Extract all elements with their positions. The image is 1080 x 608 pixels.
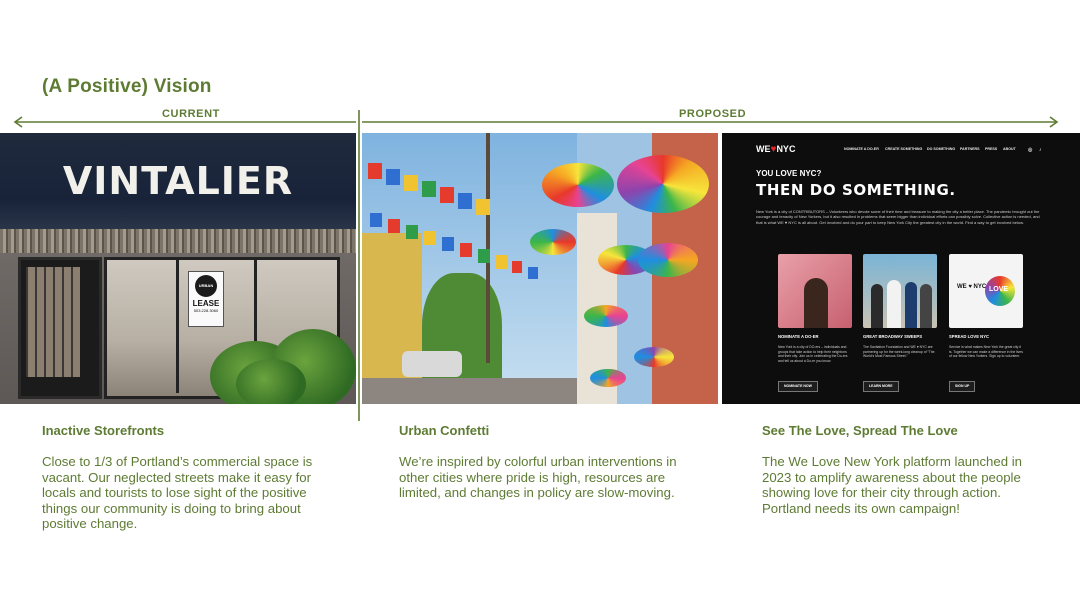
nav-item-nominate[interactable]: NOMINATE A DO-ER <box>844 147 879 151</box>
tiktok-icon[interactable]: ♪ <box>1039 147 1042 153</box>
section-body-confetti: We’re inspired by colorful urban interve… <box>399 454 677 501</box>
car <box>402 351 462 377</box>
nav-item-do[interactable]: DO SOMETHING <box>927 147 955 151</box>
street <box>362 378 577 404</box>
section-body-storefronts: Close to 1/3 of Portland’s commercial sp… <box>42 454 313 532</box>
nominate-now-button[interactable]: NOMINATE NOW <box>778 381 818 392</box>
hero-subheading: YOU LOVE NYC? <box>756 169 822 178</box>
nav-item-press[interactable]: PRESS <box>985 147 997 151</box>
card-image-broadway <box>863 254 937 328</box>
card-text-spread-love: Service is what makes New York the great… <box>949 345 1023 359</box>
awning-fringe <box>0 229 356 253</box>
section-title-confetti: Urban Confetti <box>399 423 490 438</box>
learn-more-button[interactable]: LEARN MORE <box>863 381 899 392</box>
card-image-nominate <box>778 254 852 328</box>
current-label: CURRENT <box>162 108 220 120</box>
we-love-nyc-website: WE♥NYC NOMINATE A DO-ER CREATE SOMETHING… <box>722 133 1080 404</box>
section-title-spread-love: See The Love, Spread The Love <box>762 423 958 438</box>
lease-sign: URBAN WORKS LEASE 503.228.3060 <box>188 271 224 327</box>
card-title-spread-love: SPREAD LOVE NYC <box>949 334 990 339</box>
store-sign: VINTALIER <box>62 159 294 203</box>
umbrella <box>634 347 674 367</box>
lease-phone: 503.228.3060 <box>193 308 219 313</box>
hero-heading: THEN DO SOMETHING. <box>756 181 956 199</box>
proposed-label: PROPOSED <box>679 108 747 120</box>
hero-body: New York is a city of CONTRIBUTORS – Vol… <box>756 209 1040 225</box>
sign-up-button[interactable]: SIGN UP <box>949 381 976 392</box>
section-title-storefronts: Inactive Storefronts <box>42 423 165 438</box>
card-love-text: LOVE <box>989 286 1009 293</box>
card-text-broadway: The Sanitation Foundation and WE ♥ NYC a… <box>863 345 935 359</box>
section-body-spread-love: The We Love New York platform launched i… <box>762 454 1022 516</box>
umbrella <box>530 229 576 255</box>
door-gate <box>26 267 80 377</box>
umbrella <box>638 243 698 277</box>
nav-item-create[interactable]: CREATE SOMETHING <box>885 147 922 151</box>
umbrella <box>584 305 628 327</box>
umbrella <box>542 163 614 207</box>
urban-works-logo: URBAN WORKS <box>195 275 217 310</box>
card-text-nominate: New York is a city of DO-ers – individua… <box>778 345 848 363</box>
shrub <box>236 359 306 404</box>
nav-item-partners[interactable]: PARTNERS <box>960 147 980 151</box>
window-divider <box>176 257 179 393</box>
card-title-nominate: NOMINATE A DO-ER <box>778 334 819 339</box>
urban-confetti-photo <box>362 133 718 404</box>
instagram-icon[interactable]: ◎ <box>1028 147 1032 153</box>
card-image-spread-love: WE ♥ NYC LOVE <box>949 254 1023 328</box>
card-logo: WE ♥ NYC <box>957 284 987 290</box>
wenyc-logo: WE♥NYC <box>756 144 796 155</box>
lease-text: LEASE <box>192 299 220 308</box>
nav-item-about[interactable]: ABOUT <box>1003 147 1016 151</box>
storefront-photo: VINTALIER URBAN WORKS LEASE 503.228.3060 <box>0 133 356 404</box>
umbrella <box>590 369 626 387</box>
umbrella <box>617 155 709 213</box>
card-title-broadway: GREAT BROADWAY SWEEPS <box>863 334 923 339</box>
